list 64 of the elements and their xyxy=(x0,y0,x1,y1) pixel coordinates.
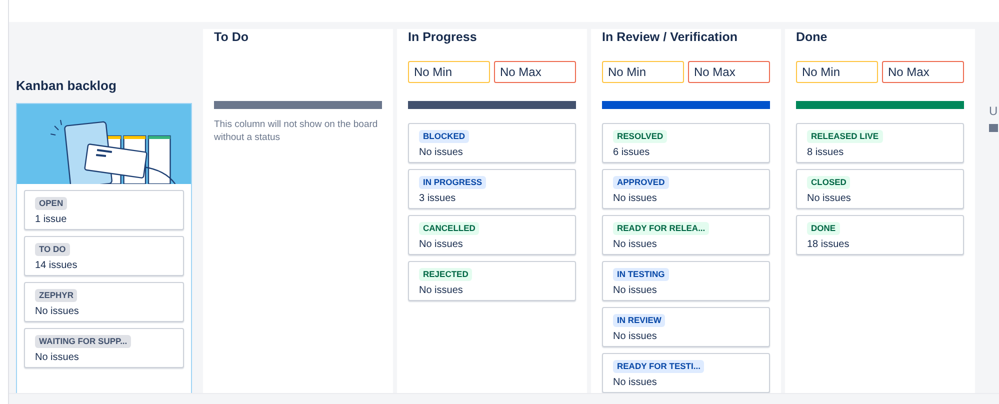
issue-count: No issues xyxy=(35,352,79,363)
status-card[interactable]: CANCELLED No issues xyxy=(408,215,576,255)
issue-count: 6 issues xyxy=(613,147,650,158)
status-lozenge: APPROVED xyxy=(613,176,669,189)
status-lozenge: CANCELLED xyxy=(419,222,480,235)
status-card[interactable]: RELEASED LIVE 8 issues xyxy=(796,123,964,163)
issue-count: No issues xyxy=(613,377,657,388)
issue-count: No issues xyxy=(613,239,657,250)
column-title: Done xyxy=(796,29,828,46)
status-card[interactable]: RESOLVED 6 issues xyxy=(602,123,770,163)
column-title: In Review / Verification xyxy=(602,29,738,46)
status-lozenge: READY FOR TESTI... xyxy=(613,360,704,373)
issue-count: No issues xyxy=(419,239,463,250)
status-lozenge: IN PROGRESS xyxy=(419,176,486,189)
issue-count: No issues xyxy=(419,285,463,296)
issue-count: No issues xyxy=(35,306,79,317)
status-lozenge: IN REVIEW xyxy=(613,314,666,327)
issue-count: No issues xyxy=(419,147,463,158)
status-card[interactable]: APPROVED No issues xyxy=(602,169,770,209)
status-card[interactable]: IN REVIEW No issues xyxy=(602,307,770,347)
status-lozenge: RELEASED LIVE xyxy=(807,130,883,143)
status-lozenge: WAITING FOR SUPP... xyxy=(35,335,132,348)
max-field[interactable]: No Max xyxy=(688,61,770,83)
max-field[interactable]: No Max xyxy=(494,61,576,83)
status-card[interactable]: DONE 18 issues xyxy=(796,215,964,255)
column-title: In Progress xyxy=(408,29,478,46)
column-title: Kanban backlog xyxy=(16,78,118,95)
status-card[interactable]: BLOCKED No issues xyxy=(408,123,576,163)
status-card[interactable]: IN PROGRESS 3 issues xyxy=(408,169,576,209)
status-card[interactable]: REJECTED No issues xyxy=(408,261,576,301)
status-card[interactable]: ZEPHYR No issues xyxy=(24,282,184,322)
status-lozenge: CLOSED xyxy=(807,176,850,189)
issue-count: 8 issues xyxy=(807,147,844,158)
issue-count: 18 issues xyxy=(807,239,850,250)
status-card[interactable]: READY FOR RELEA... No issues xyxy=(602,215,770,255)
status-lozenge: BLOCKED xyxy=(419,130,470,143)
status-lozenge: IN TESTING xyxy=(613,268,669,281)
min-field[interactable]: No Min xyxy=(602,61,684,83)
column-title: U xyxy=(989,104,999,118)
column-note: This column will not show on the board without a status xyxy=(214,118,379,144)
status-card[interactable]: IN TESTING No issues xyxy=(602,261,770,301)
issue-count: 14 issues xyxy=(35,260,78,271)
min-field[interactable]: No Min xyxy=(796,61,878,83)
issue-count: No issues xyxy=(613,193,657,204)
max-field[interactable]: No Max xyxy=(882,61,964,83)
status-card[interactable]: OPEN 1 issue xyxy=(24,190,184,230)
status-card[interactable]: WAITING FOR SUPP... No issues xyxy=(24,328,184,368)
status-lozenge: DONE xyxy=(807,222,840,235)
status-lozenge: TO DO xyxy=(35,243,70,256)
issue-count: No issues xyxy=(613,285,657,296)
issue-count: No issues xyxy=(613,331,657,342)
status-lozenge: ZEPHYR xyxy=(35,289,78,302)
column-title: To Do xyxy=(214,29,250,46)
issue-count: 3 issues xyxy=(419,193,456,204)
min-field[interactable]: No Min xyxy=(408,61,490,83)
status-lozenge: OPEN xyxy=(35,197,68,210)
status-card[interactable]: READY FOR TESTI... No issues xyxy=(602,353,770,393)
status-card[interactable]: TO DO 14 issues xyxy=(24,236,184,276)
status-lozenge: REJECTED xyxy=(419,268,472,281)
issue-count: No issues xyxy=(807,193,851,204)
issue-count: 1 issue xyxy=(35,214,67,225)
status-card[interactable]: CLOSED No issues xyxy=(796,169,964,209)
status-lozenge: READY FOR RELEA... xyxy=(613,222,710,235)
status-lozenge: RESOLVED xyxy=(613,130,668,143)
